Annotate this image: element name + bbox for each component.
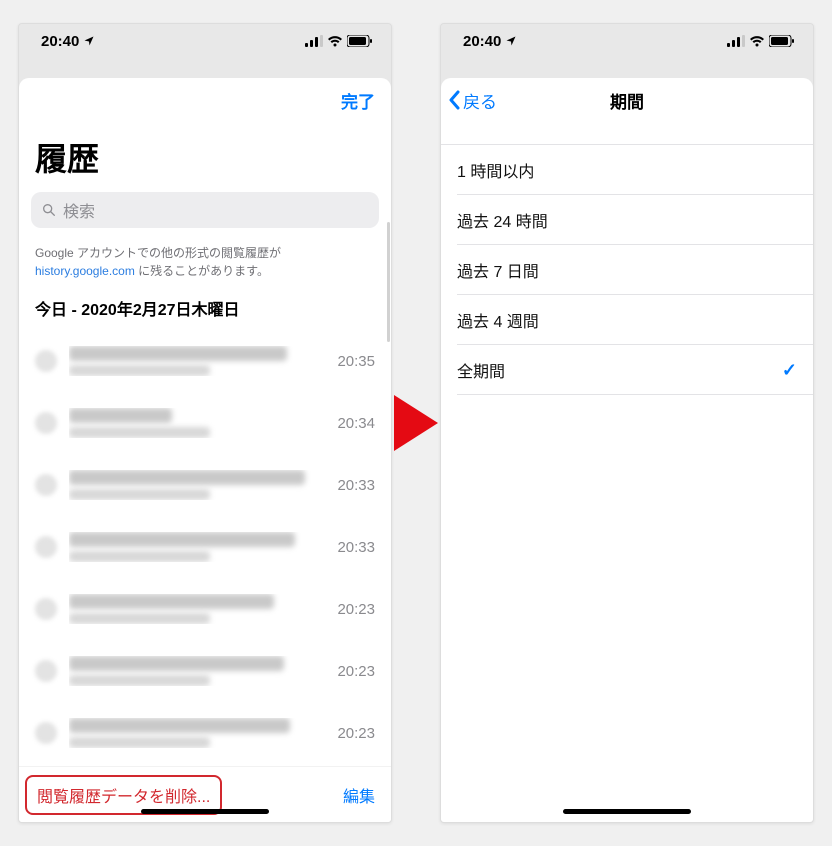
- favicon: [35, 412, 57, 434]
- history-item-title: [69, 532, 295, 547]
- option-label: 過去 7 日間: [457, 258, 539, 282]
- status-time: 20:40: [41, 33, 79, 50]
- history-item[interactable]: 20:34: [19, 392, 391, 454]
- signal-icon: [305, 35, 323, 47]
- favicon: [35, 722, 57, 744]
- search-icon: [41, 202, 57, 218]
- nav-title: 期間: [610, 88, 644, 113]
- option-label: 過去 24 時間: [457, 208, 548, 232]
- time-range-options: 1 時間以内過去 24 時間過去 7 日間過去 4 週間全期間 ✓: [441, 144, 813, 395]
- history-item-time: 20:35: [337, 353, 375, 370]
- history-link[interactable]: history.google.com: [35, 264, 135, 278]
- history-item-text: [69, 346, 325, 376]
- edit-button[interactable]: 編集: [343, 783, 375, 807]
- location-icon: [83, 35, 95, 47]
- battery-icon: [347, 35, 373, 47]
- history-item-time: 20:23: [337, 663, 375, 680]
- history-item-title: [69, 718, 290, 733]
- favicon: [35, 536, 57, 558]
- sheet-topbar: 完了: [19, 78, 391, 122]
- date-header: 今日 - 2020年2月27日木曜日: [19, 290, 391, 330]
- favicon: [35, 350, 57, 372]
- option-label: 過去 4 週間: [457, 308, 539, 332]
- history-item-time: 20:33: [337, 477, 375, 494]
- history-item-text: [69, 718, 325, 748]
- history-item[interactable]: 20:23: [19, 702, 391, 764]
- favicon: [35, 598, 57, 620]
- done-button[interactable]: 完了: [341, 88, 375, 113]
- search-input[interactable]: 検索: [31, 192, 379, 228]
- time-range-option[interactable]: 全期間 ✓: [441, 345, 813, 395]
- wifi-icon: [327, 35, 343, 47]
- check-icon: ✓: [782, 360, 797, 381]
- history-item-url: [69, 737, 210, 748]
- signal-icon: [727, 35, 745, 47]
- status-bar: 20:40: [19, 24, 391, 58]
- battery-icon: [769, 35, 795, 47]
- status-time: 20:40: [463, 33, 501, 50]
- history-item-url: [69, 489, 210, 500]
- time-range-option[interactable]: 過去 24 時間: [441, 195, 813, 245]
- history-item-text: [69, 656, 325, 686]
- history-item-text: [69, 532, 325, 562]
- history-item[interactable]: 20:33: [19, 516, 391, 578]
- history-item[interactable]: 20:35: [19, 330, 391, 392]
- location-icon: [505, 35, 517, 47]
- option-label: 1 時間以内: [457, 158, 534, 182]
- scroll-indicator: [387, 222, 390, 342]
- history-item-text: [69, 470, 325, 500]
- favicon: [35, 660, 57, 682]
- time-range-option[interactable]: 過去 4 週間: [441, 295, 813, 345]
- status-bar: 20:40: [441, 24, 813, 58]
- option-label: 全期間: [457, 358, 505, 382]
- history-item-text: [69, 594, 325, 624]
- timerange-sheet: 戻る 期間 1 時間以内過去 24 時間過去 7 日間過去 4 週間全期間 ✓: [441, 78, 813, 822]
- history-item-text: [69, 408, 325, 438]
- history-list: 20:35 20:34 20:33 20:33 20:23 20:23 20:23: [19, 330, 391, 766]
- history-item-url: [69, 427, 210, 438]
- history-item-url: [69, 551, 210, 562]
- history-sheet: 完了 履歴 検索 Google アカウントでの他の形式の閲覧履歴が histor…: [19, 78, 391, 822]
- transition-arrow: [394, 395, 438, 451]
- page-title: 履歴: [19, 122, 391, 188]
- history-item-title: [69, 656, 284, 671]
- nav-bar: 戻る 期間: [441, 78, 813, 122]
- history-item-title: [69, 346, 287, 361]
- account-history-info: Google アカウントでの他の形式の閲覧履歴が history.google.…: [19, 238, 391, 290]
- back-button[interactable]: 戻る: [447, 78, 497, 122]
- history-item-time: 20:34: [337, 415, 375, 432]
- history-item-url: [69, 675, 210, 686]
- history-item-title: [69, 594, 274, 609]
- history-item-time: 20:23: [337, 601, 375, 618]
- home-indicator[interactable]: [563, 809, 691, 814]
- history-item-title: [69, 408, 172, 423]
- history-item[interactable]: 20:23: [19, 640, 391, 702]
- history-item-time: 20:33: [337, 539, 375, 556]
- history-item[interactable]: 20:33: [19, 454, 391, 516]
- home-indicator[interactable]: [141, 809, 269, 814]
- wifi-icon: [749, 35, 765, 47]
- search-placeholder: 検索: [63, 198, 95, 222]
- time-range-option[interactable]: 過去 7 日間: [441, 245, 813, 295]
- history-item[interactable]: 20:23: [19, 578, 391, 640]
- phone-left-history: 20:40 完了 履歴 検索 Google アカウントでの他の形式の閲覧履歴が: [18, 23, 392, 823]
- history-item-time: 20:23: [337, 725, 375, 742]
- history-item-title: [69, 470, 305, 485]
- phone-right-timerange: 20:40 戻る 期間 1 時間以内過去 24 時間過去 7 日間過去 4 週間…: [440, 23, 814, 823]
- history-item-url: [69, 365, 210, 376]
- favicon: [35, 474, 57, 496]
- history-item-url: [69, 613, 210, 624]
- chevron-left-icon: [447, 90, 461, 110]
- time-range-option[interactable]: 1 時間以内: [441, 145, 813, 195]
